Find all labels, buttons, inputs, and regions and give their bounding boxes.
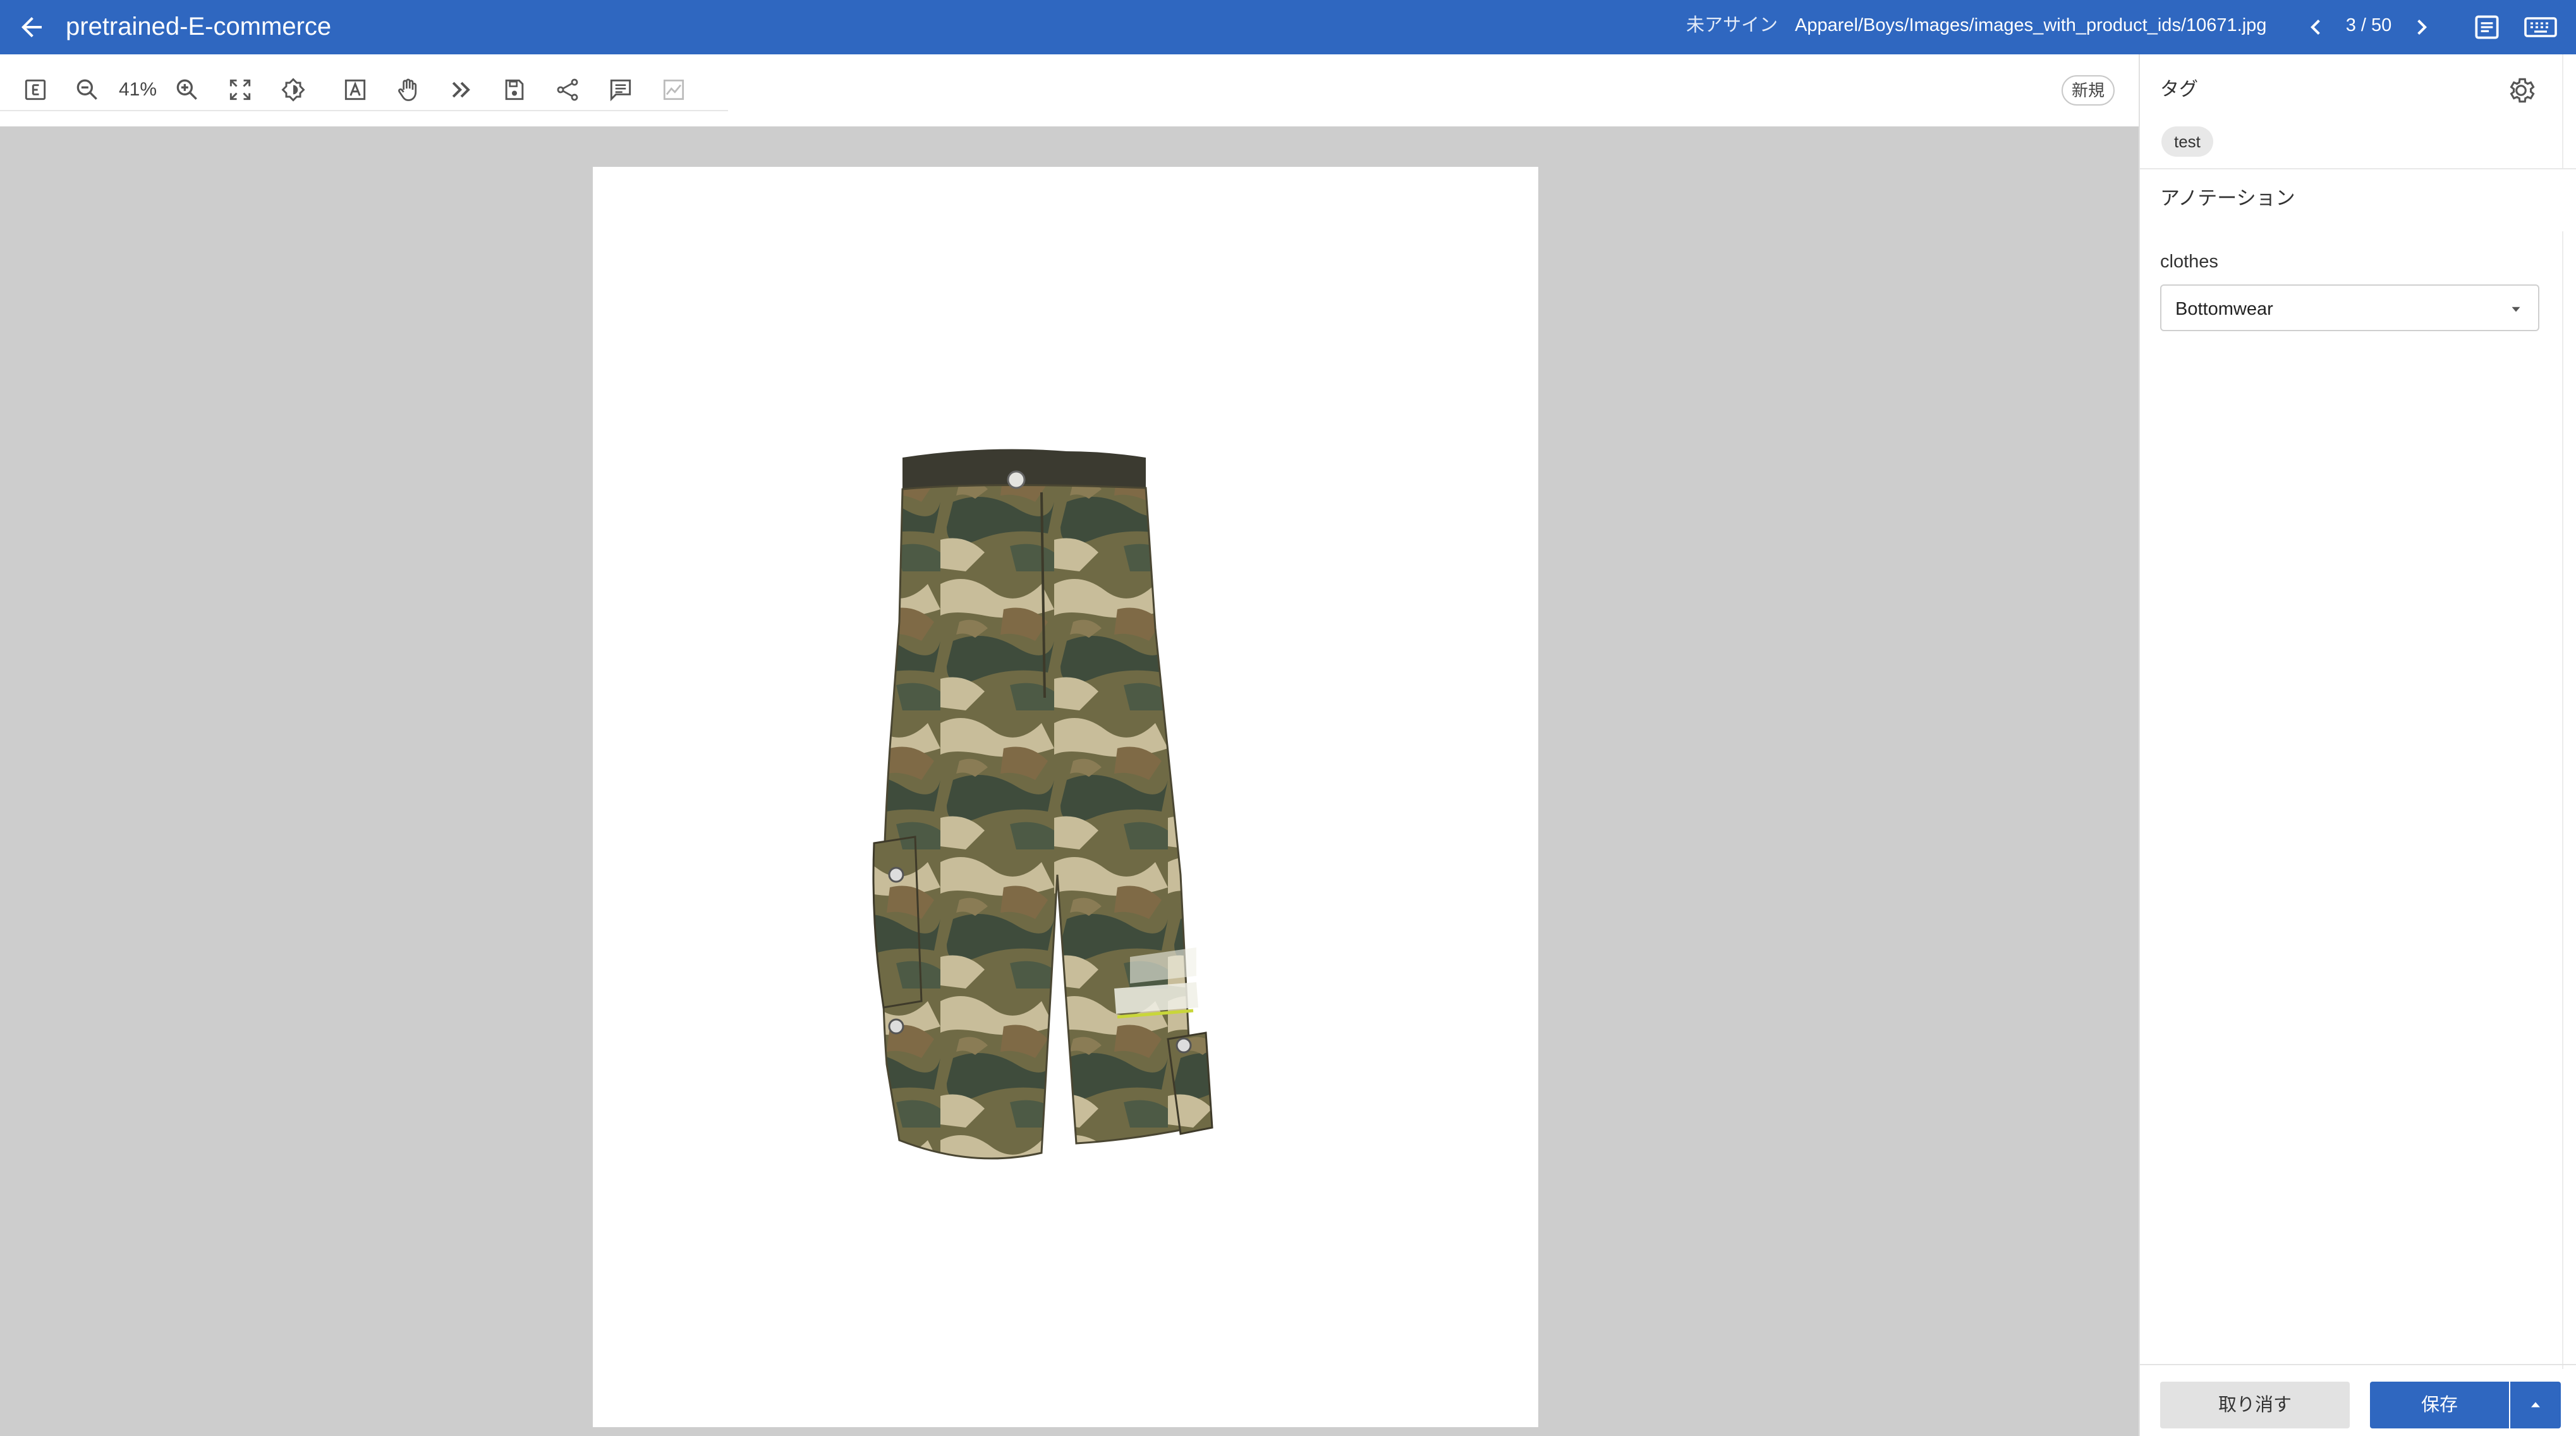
status-badge: 新規 bbox=[2062, 75, 2115, 106]
skip-icon[interactable] bbox=[439, 67, 484, 113]
comment-icon[interactable] bbox=[598, 67, 643, 113]
annotation-heading: アノテーション bbox=[2160, 187, 2295, 209]
pan-hand-icon[interactable] bbox=[386, 67, 431, 113]
annotation-panel: タグ test アノテーション clothes Bottomwear 取り消す … bbox=[2139, 54, 2576, 1436]
save-options-button[interactable] bbox=[2510, 1382, 2561, 1428]
file-path: Apparel/Boys/Images/images_with_product_… bbox=[1795, 15, 2267, 35]
gear-icon[interactable] bbox=[2505, 75, 2537, 106]
fit-screen-icon[interactable] bbox=[217, 67, 263, 113]
next-item-button[interactable] bbox=[2407, 12, 2437, 42]
toolbar: 41% 新規 bbox=[0, 54, 2139, 126]
brightness-icon[interactable] bbox=[270, 67, 316, 113]
previous-item-button[interactable] bbox=[2300, 12, 2331, 42]
save-icon[interactable] bbox=[492, 67, 537, 113]
image-canvas[interactable] bbox=[0, 126, 2139, 1436]
cancel-button[interactable]: 取り消す bbox=[2160, 1382, 2350, 1428]
chart-icon bbox=[651, 67, 696, 113]
save-button[interactable]: 保存 bbox=[2370, 1382, 2509, 1428]
item-counter: 3 / 50 bbox=[2345, 15, 2392, 35]
clothes-select[interactable]: Bottomwear bbox=[2160, 284, 2539, 331]
footer-divider bbox=[2140, 1364, 2576, 1365]
panel-scrollbar[interactable] bbox=[2562, 231, 2563, 1369]
panel-divider bbox=[2140, 168, 2576, 169]
tag-chip[interactable]: test bbox=[2161, 126, 2213, 157]
back-arrow-icon[interactable] bbox=[16, 12, 47, 42]
zoom-out-icon[interactable] bbox=[64, 67, 110, 113]
clothes-field-label: clothes bbox=[2160, 252, 2218, 272]
e-icon[interactable] bbox=[13, 67, 58, 113]
zoom-level: 41% bbox=[118, 79, 157, 100]
assignee-label[interactable]: 未アサイン bbox=[1686, 13, 1778, 38]
project-title: pretrained-E-commerce bbox=[66, 13, 332, 40]
panel-scrollbar-top bbox=[2562, 54, 2563, 168]
document-icon[interactable] bbox=[2471, 11, 2503, 43]
app-bar: pretrained-E-commerce 未アサイン Apparel/Boys… bbox=[0, 0, 2576, 54]
dropdown-arrow-icon bbox=[2512, 307, 2520, 312]
caret-up-icon bbox=[2531, 1402, 2540, 1408]
zoom-in-icon[interactable] bbox=[164, 67, 210, 113]
text-box-icon[interactable] bbox=[332, 67, 378, 113]
toolbar-divider bbox=[0, 110, 728, 111]
share-icon[interactable] bbox=[545, 67, 590, 113]
tags-heading: タグ bbox=[2160, 79, 2198, 100]
keyboard-icon[interactable] bbox=[2523, 11, 2558, 43]
product-image bbox=[872, 449, 1213, 1160]
image-page bbox=[593, 167, 1538, 1427]
clothes-select-value: Bottomwear bbox=[2175, 299, 2273, 319]
